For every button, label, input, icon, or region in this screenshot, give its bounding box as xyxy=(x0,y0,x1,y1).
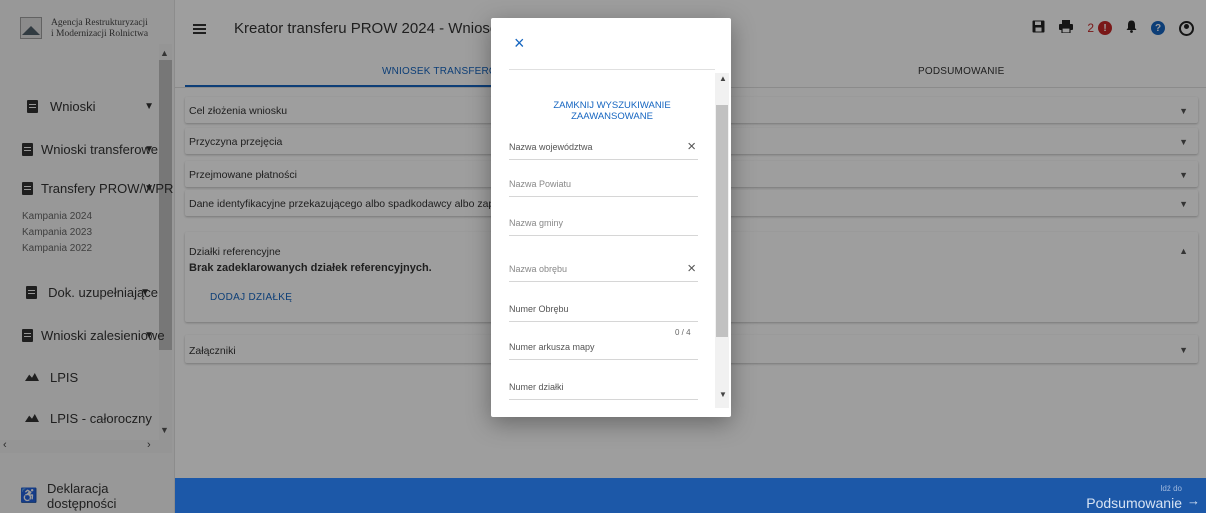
powiat-field[interactable]: Nazwa Powiatu xyxy=(509,177,698,197)
footer-hint: Idź do xyxy=(1160,484,1182,493)
dzialka-field[interactable]: Numer działki xyxy=(509,380,698,400)
close-icon[interactable]: × xyxy=(514,34,525,52)
go-to-summary-button[interactable]: Podsumowanie xyxy=(1086,495,1182,511)
field-label: Numer Obrębu xyxy=(509,304,569,314)
close-advanced-search-link[interactable]: ZAMKNIJ WYSZUKIWANIE ZAAWANSOWANE xyxy=(509,100,715,122)
wojewodztwo-field[interactable]: Nazwa województwa × xyxy=(509,138,698,160)
field-label: Nazwa Powiatu xyxy=(509,179,572,189)
arrow-right-icon[interactable]: → xyxy=(1187,493,1200,508)
gmina-field[interactable]: Nazwa gminy xyxy=(509,216,698,236)
field-label: Nazwa województwa xyxy=(509,142,593,152)
field-label: Numer działki xyxy=(509,382,564,392)
character-counter: 0 / 4 xyxy=(675,328,691,337)
search-dialog: × ZAMKNIJ WYSZUKIWANIE ZAAWANSOWANE Nazw… xyxy=(491,18,731,417)
numer-obrebu-field[interactable]: Numer Obrębu xyxy=(509,302,698,322)
field-label: Numer arkusza mapy xyxy=(509,342,595,352)
obreb-field[interactable]: Nazwa obrębu × xyxy=(509,260,698,282)
clear-icon[interactable]: × xyxy=(687,138,696,155)
arkusz-field[interactable]: Numer arkusza mapy xyxy=(509,340,698,360)
scroll-up-icon[interactable]: ▲ xyxy=(719,74,727,83)
dialog-scrollbar-thumb[interactable] xyxy=(716,105,728,337)
clear-icon[interactable]: × xyxy=(687,260,696,277)
footer-nav-bar[interactable]: Idź do Podsumowanie → xyxy=(175,478,1206,513)
field-label: Nazwa gminy xyxy=(509,218,564,228)
field-label: Nazwa obrębu xyxy=(509,264,568,274)
scroll-down-icon[interactable]: ▼ xyxy=(719,390,727,399)
divider xyxy=(509,69,715,70)
